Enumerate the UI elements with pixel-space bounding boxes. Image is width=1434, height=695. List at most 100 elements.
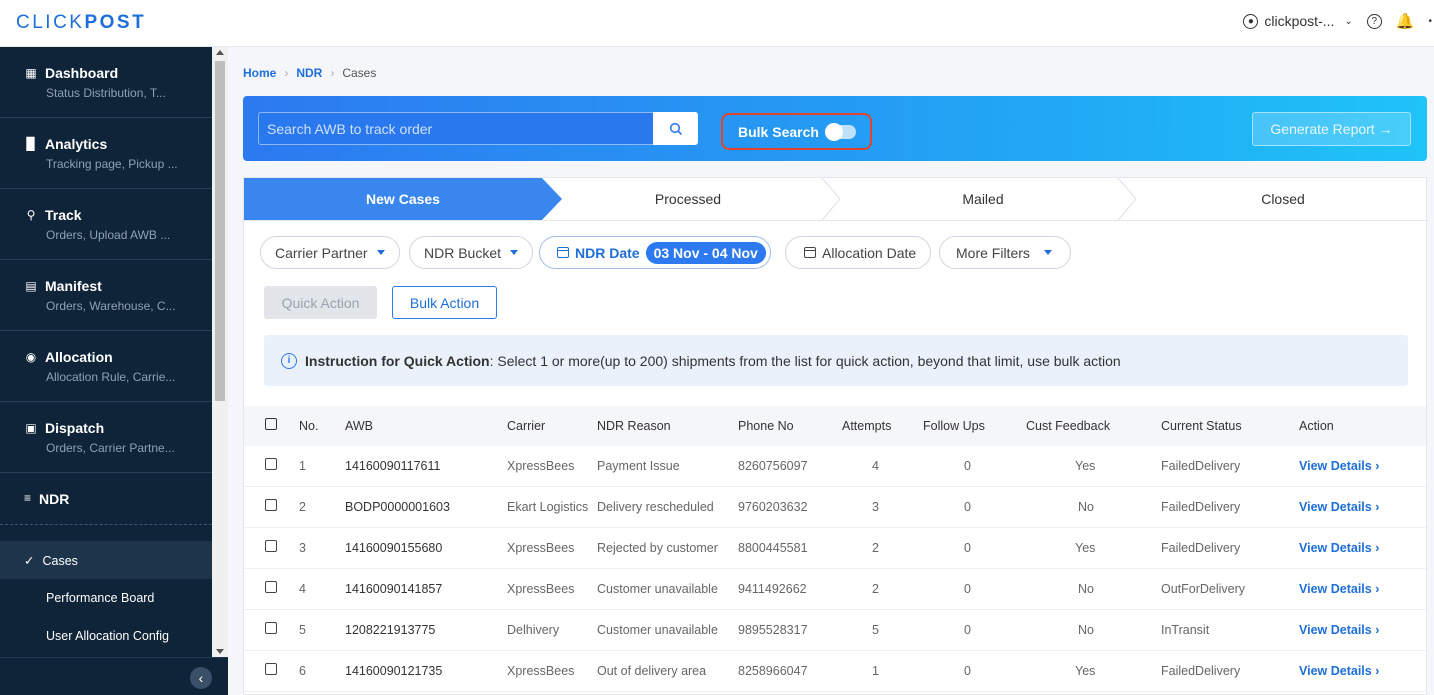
table-row: 4 14160090141857 XpressBees Customer una… bbox=[244, 569, 1426, 610]
ndr-date-filter[interactable]: NDR Date 03 Nov - 04 Nov bbox=[539, 236, 771, 269]
cell-phone: 8258966047 bbox=[738, 664, 808, 678]
collapse-sidebar-button[interactable]: ‹ bbox=[190, 667, 212, 689]
scroll-down-icon[interactable] bbox=[216, 649, 224, 654]
cell-reason: Delivery rescheduled bbox=[597, 500, 714, 514]
cell-no: 6 bbox=[299, 664, 306, 678]
breadcrumb-separator-icon: › bbox=[330, 66, 335, 80]
awb-search-input[interactable]: Search AWB to track order bbox=[258, 112, 654, 145]
carrier-partner-filter[interactable]: Carrier Partner bbox=[260, 236, 400, 269]
chevron-right-icon: › bbox=[1375, 582, 1380, 596]
row-checkbox[interactable] bbox=[265, 622, 277, 634]
account-menu[interactable]: ● clickpost-... ⌄ bbox=[1243, 13, 1353, 29]
cell-phone: 9895528317 bbox=[738, 623, 808, 637]
cell-no: 2 bbox=[299, 500, 306, 514]
sidebar-item-allocation[interactable]: ◉ Allocation Allocation Rule, Carrie... bbox=[0, 331, 212, 402]
sidebar-item-sub: Status Distribution, T... bbox=[46, 86, 166, 100]
sidebar-item-analytics[interactable]: ▉ Analytics Tracking page, Pickup ... bbox=[0, 118, 212, 189]
cell-feedback: Yes bbox=[1075, 664, 1096, 678]
sidebar-item-track[interactable]: ⚲ Track Orders, Upload AWB ... bbox=[0, 189, 212, 260]
toggle-switch[interactable] bbox=[824, 122, 856, 141]
row-checkbox[interactable] bbox=[265, 458, 277, 470]
help-icon[interactable]: ? bbox=[1366, 13, 1382, 29]
row-checkbox[interactable] bbox=[265, 499, 277, 511]
cell-feedback: No bbox=[1078, 582, 1094, 596]
tab-divider bbox=[821, 178, 841, 220]
view-details-link[interactable]: View Details › bbox=[1299, 459, 1379, 473]
row-checkbox[interactable] bbox=[265, 540, 277, 552]
more-filters-button[interactable]: More Filters bbox=[939, 236, 1071, 269]
sidebar-item-sub: Orders, Upload AWB ... bbox=[46, 228, 171, 242]
instruction-banner: i Instruction for Quick Action: Select 1… bbox=[264, 335, 1408, 386]
col-awb: AWB bbox=[345, 419, 374, 433]
cell-status: InTransit bbox=[1161, 623, 1210, 637]
cell-status: FailedDelivery bbox=[1161, 664, 1241, 678]
cell-awb: 1208221913775 bbox=[345, 623, 436, 637]
tab-mailed[interactable]: Mailed bbox=[842, 178, 1124, 220]
sidebar-item-user-allocation-config[interactable]: User Allocation Config bbox=[0, 617, 212, 655]
quick-action-button[interactable]: Quick Action bbox=[264, 286, 377, 319]
breadcrumb-ndr[interactable]: NDR bbox=[296, 66, 322, 80]
sidebar-item-dashboard[interactable]: ▦ Dashboard Status Distribution, T... bbox=[0, 47, 212, 118]
bulk-search-toggle[interactable]: Bulk Search bbox=[721, 113, 872, 150]
view-details-link[interactable]: View Details › bbox=[1299, 500, 1379, 514]
cell-carrier: XpressBees bbox=[507, 541, 575, 555]
bag-icon: ▣ bbox=[25, 421, 37, 435]
sidebar: ▦ Dashboard Status Distribution, T... ▉ An… bbox=[0, 47, 228, 695]
tab-closed[interactable]: Closed bbox=[1138, 178, 1428, 220]
cell-carrier: XpressBees bbox=[507, 664, 575, 678]
row-checkbox[interactable] bbox=[265, 663, 277, 675]
cell-followups: 0 bbox=[964, 500, 971, 514]
tab-new-cases[interactable]: New Cases bbox=[244, 178, 562, 220]
cell-carrier: Delhivery bbox=[507, 623, 560, 637]
bulk-action-button[interactable]: Bulk Action bbox=[392, 286, 497, 319]
calendar-icon bbox=[557, 247, 569, 258]
table-row: 2 BODP0000001603 Ekart Logistics Deliver… bbox=[244, 487, 1426, 528]
cell-reason: Rejected by customer bbox=[597, 541, 718, 555]
sidebar-item-sub: Tracking page, Pickup ... bbox=[46, 157, 178, 171]
top-bar: CLICKPOST ● clickpost-... ⌄ ? 🔔 • bbox=[0, 0, 1434, 47]
cell-reason: Customer unavailable bbox=[597, 623, 718, 637]
scrollbar-thumb[interactable] bbox=[215, 61, 225, 401]
cell-feedback: Yes bbox=[1075, 459, 1096, 473]
sidebar-item-sub: Orders, Warehouse, C... bbox=[46, 299, 176, 313]
cell-no: 5 bbox=[299, 623, 306, 637]
cell-awb: 14160090155680 bbox=[345, 541, 443, 555]
view-details-link[interactable]: View Details › bbox=[1299, 541, 1379, 555]
cell-phone: 9760203632 bbox=[738, 500, 808, 514]
table-row: 5 1208221913775 Delhivery Customer unava… bbox=[244, 610, 1426, 651]
sidebar-item-ndr[interactable]: ≡ NDR bbox=[0, 473, 212, 525]
cell-attempts: 4 bbox=[872, 459, 879, 473]
check-icon: ✓ bbox=[24, 554, 35, 568]
clickpost-logo[interactable]: CLICKPOST bbox=[16, 12, 146, 34]
select-all-checkbox[interactable] bbox=[265, 418, 277, 430]
view-details-link[interactable]: View Details › bbox=[1299, 664, 1379, 678]
sidebar-scrollbar[interactable] bbox=[212, 47, 228, 657]
view-details-link[interactable]: View Details › bbox=[1299, 623, 1379, 637]
cell-followups: 0 bbox=[964, 459, 971, 473]
list-icon: ▤ bbox=[25, 279, 37, 293]
ndr-date-range: 03 Nov - 04 Nov bbox=[645, 241, 766, 264]
allocation-date-filter[interactable]: Allocation Date bbox=[785, 236, 932, 269]
breadcrumb-home[interactable]: Home bbox=[243, 66, 276, 80]
col-phone: Phone No bbox=[738, 419, 794, 433]
row-checkbox[interactable] bbox=[265, 581, 277, 593]
sidebar-item-performance-board[interactable]: Performance Board bbox=[0, 579, 212, 617]
sidebar-item-cases[interactable]: ✓ Cases bbox=[0, 541, 212, 579]
cell-carrier: Ekart Logistics bbox=[507, 500, 589, 514]
cell-awb: 14160090121735 bbox=[345, 664, 443, 678]
table-row: 6 14160090121735 XpressBees Out of deliv… bbox=[244, 651, 1426, 692]
generate-report-button[interactable]: Generate Report → bbox=[1252, 112, 1411, 146]
search-button[interactable] bbox=[653, 112, 698, 145]
sidebar-item-dispatch[interactable]: ▣ Dispatch Orders, Carrier Partne... bbox=[0, 402, 212, 473]
chevron-right-icon: › bbox=[1375, 623, 1380, 637]
location-pin-icon: ⚲ bbox=[26, 208, 36, 222]
scroll-up-icon[interactable] bbox=[216, 50, 224, 55]
tab-processed[interactable]: Processed bbox=[562, 178, 814, 220]
view-details-link[interactable]: View Details › bbox=[1299, 582, 1379, 596]
more-icon[interactable]: • bbox=[1428, 16, 1432, 27]
breadcrumb: Home › NDR › Cases bbox=[243, 66, 376, 80]
ndr-bucket-filter[interactable]: NDR Bucket bbox=[409, 236, 534, 269]
sidebar-item-manifest[interactable]: ▤ Manifest Orders, Warehouse, C... bbox=[0, 260, 212, 331]
cell-phone: 8800445581 bbox=[738, 541, 808, 555]
bell-icon[interactable]: 🔔 bbox=[1396, 12, 1415, 30]
